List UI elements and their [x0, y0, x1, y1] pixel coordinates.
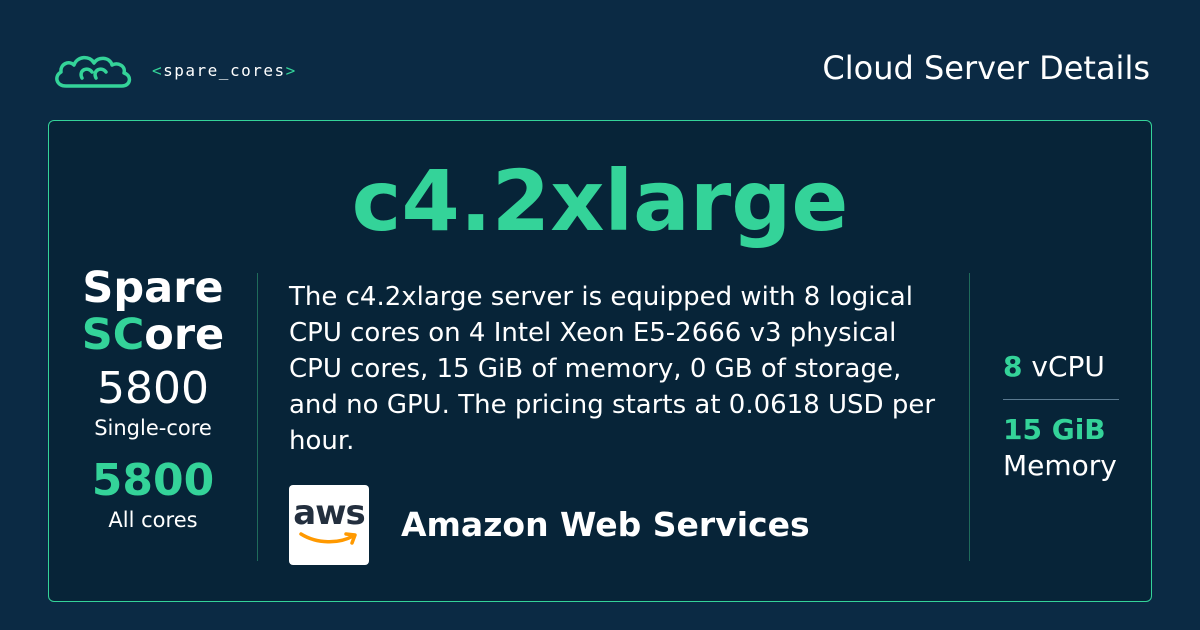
aws-logo-icon: aws [289, 485, 369, 565]
sparescore-title-sc: SC [81, 310, 145, 360]
logo-bracket-close: > [285, 61, 297, 80]
vcpu-spec: 8 vCPU [1003, 349, 1123, 385]
specs-panel: 8 vCPU 15 GiB Memory [1003, 349, 1123, 484]
all-cores-score: 5800 [91, 455, 215, 506]
cloud-logo-icon [55, 55, 132, 88]
memory-spec: 15 GiB Memory [1003, 412, 1123, 484]
header: <spare_cores> Cloud Server Details [0, 0, 1200, 120]
all-cores-label: All cores [108, 508, 198, 532]
memory-value: 15 GiB [1003, 413, 1106, 446]
sparescore-title-score: SCore [49, 312, 257, 359]
memory-label: Memory [1003, 449, 1117, 482]
page-title: Cloud Server Details [822, 49, 1150, 87]
brand-wordmark[interactable]: <spare_cores> [152, 61, 297, 80]
vendor-name: Amazon Web Services [401, 505, 810, 544]
single-core-score: 5800 [97, 363, 209, 414]
server-card: c4.2xlarge Spare SCore 5800 Single-core … [48, 120, 1152, 602]
sparescore-title-ore: ore [144, 310, 225, 360]
spec-separator [1003, 399, 1119, 400]
vcpu-value: 8 [1003, 350, 1023, 383]
server-description: The c4.2xlarge server is equipped with 8… [289, 282, 936, 456]
divider-right [969, 273, 970, 561]
single-core-label: Single-core [94, 416, 212, 440]
sparescore-title-spare: Spare [82, 263, 224, 313]
server-name: c4.2xlarge [351, 152, 849, 250]
aws-smile-icon [299, 532, 357, 545]
divider-left [257, 273, 258, 561]
sparescore-title: Spare SCore [49, 265, 257, 359]
vcpu-label: vCPU [1031, 350, 1105, 383]
logo-text: spare_cores [163, 61, 286, 80]
logo-bracket-open: < [152, 61, 164, 80]
sparescore-panel: Spare SCore 5800 Single-core 5800 All co… [49, 265, 257, 533]
aws-logo-text: aws [293, 493, 366, 533]
